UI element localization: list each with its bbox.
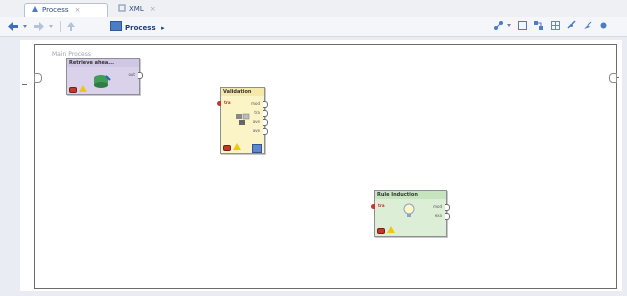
status-indicator — [69, 87, 77, 93]
port-label-ave: ave — [252, 128, 260, 133]
subprocess-icon[interactable] — [252, 144, 262, 153]
toolbar-divider — [60, 21, 61, 32]
port-label-mod: mod — [251, 101, 260, 106]
breadcrumb-label: Process — [125, 24, 156, 32]
validation-icon — [235, 112, 251, 131]
process-canvas[interactable]: Main Process Retrieve ahea... out Valida… — [34, 44, 617, 289]
forward-arrow-icon — [34, 22, 44, 31]
canvas-area: Main Process Retrieve ahea... out Valida… — [20, 40, 622, 291]
process-editor: Process × XML × Process ▸ Main Process R… — [0, 0, 627, 296]
output-port-tra[interactable] — [263, 110, 268, 117]
chevron-down-icon[interactable] — [506, 20, 512, 31]
left-connector-tick — [22, 84, 27, 85]
port-label-in: tra — [378, 203, 385, 208]
auto-wire-icon[interactable] — [493, 20, 504, 31]
up-arrow-icon — [67, 22, 75, 31]
output-port-ave-1[interactable] — [263, 119, 268, 126]
output-port-mod[interactable] — [263, 101, 268, 108]
tab-xml[interactable]: XML × — [112, 3, 172, 16]
tab-process-label: Process — [42, 6, 69, 14]
back-button[interactable] — [6, 21, 20, 32]
warning-icon — [79, 85, 87, 92]
link-icon[interactable] — [566, 20, 577, 31]
port-label-in: tra — [224, 100, 231, 105]
input-port-tra[interactable] — [217, 101, 221, 106]
operator-title: Rule Induction — [375, 191, 446, 199]
back-dropdown[interactable] — [22, 21, 28, 32]
port-label-tra: tra — [254, 110, 260, 115]
forward-dropdown[interactable] — [48, 21, 54, 32]
breadcrumb[interactable]: Process ▸ — [110, 21, 165, 32]
process-tab-icon — [31, 5, 39, 13]
process-icon — [110, 21, 122, 31]
canvas-title: Main Process — [52, 51, 91, 58]
warning-icon — [233, 143, 241, 150]
up-button[interactable] — [66, 21, 76, 32]
forward-button[interactable] — [32, 21, 46, 32]
warning-icon — [387, 226, 395, 233]
view-tools — [493, 20, 623, 32]
grid-icon[interactable] — [550, 20, 561, 31]
process-toolbar: Process ▸ — [0, 17, 627, 37]
process-output-port[interactable] — [609, 73, 617, 83]
output-port-exa[interactable] — [445, 213, 450, 220]
output-port-mod[interactable] — [445, 204, 450, 211]
breadcrumb-arrow-icon: ▸ — [161, 24, 165, 32]
close-icon[interactable]: × — [150, 5, 156, 13]
status-indicator — [223, 145, 231, 151]
operator-rule-induction[interactable]: Rule Induction tra mod exa — [371, 190, 450, 237]
operator-retrieve[interactable]: Retrieve ahea... out — [66, 58, 143, 95]
database-icon — [91, 73, 111, 92]
port-label-ave: ave — [252, 119, 260, 124]
port-label-mod: mod — [433, 204, 442, 209]
port-label-exa: exa — [434, 213, 442, 218]
arrange-icon[interactable] — [533, 20, 544, 31]
xml-tab-icon — [118, 4, 126, 12]
operator-title: Retrieve ahea... — [67, 59, 139, 67]
chevron-down-icon — [23, 25, 27, 28]
input-port-tra[interactable] — [371, 204, 375, 209]
status-indicator — [377, 228, 385, 234]
close-icon[interactable]: × — [75, 6, 81, 14]
operator-validation[interactable]: Validation tra mod tra ave ave — [217, 87, 268, 154]
output-port-out[interactable] — [138, 72, 143, 79]
tab-bar: Process × XML × — [0, 0, 627, 17]
tab-xml-label: XML — [129, 5, 144, 13]
back-arrow-icon — [8, 22, 18, 31]
fit-view-icon[interactable] — [517, 20, 528, 31]
operator-title: Validation — [221, 88, 264, 96]
port-label-out: out — [128, 72, 135, 77]
plug-icon[interactable] — [582, 20, 593, 31]
more-tools-icon[interactable] — [598, 20, 609, 31]
process-input-port[interactable] — [34, 73, 42, 83]
tab-process[interactable]: Process × — [24, 3, 108, 17]
lightbulb-icon — [402, 203, 416, 223]
chevron-down-icon — [49, 25, 53, 28]
output-port-ave-2[interactable] — [263, 128, 268, 135]
